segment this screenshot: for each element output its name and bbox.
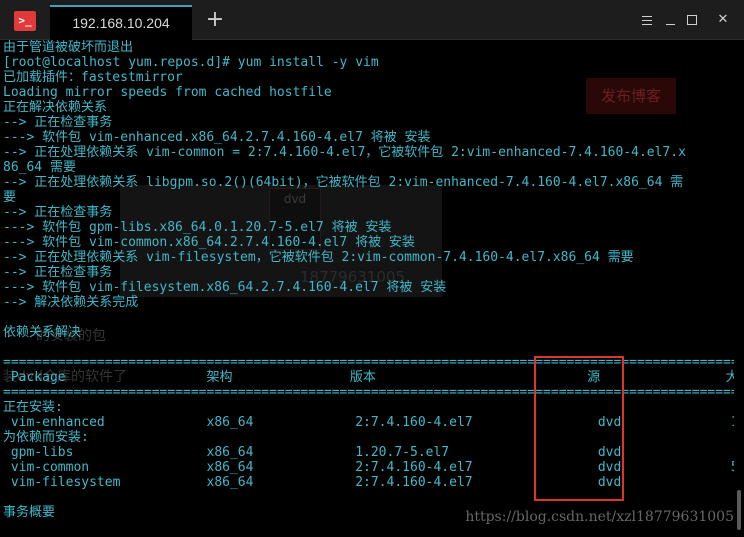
menu-icon[interactable] [637, 10, 657, 30]
terminal-line: 依赖关系解决 [3, 325, 82, 340]
terminal-line: --> 正在检查事务 [3, 115, 113, 130]
maximize-button[interactable] [682, 10, 702, 30]
title-bar: >_ 192.168.10.204 + ✕ [0, 0, 744, 40]
terminal-line: --> 正在检查事务 [3, 265, 113, 280]
terminal-line: Package 架构 版本 源 大小 [3, 370, 734, 385]
close-button[interactable]: ✕ [713, 10, 733, 30]
new-tab-button[interactable]: + [203, 8, 227, 32]
terminal-line: ========================================… [3, 355, 734, 370]
tab-session[interactable]: 192.168.10.204 [50, 5, 192, 40]
terminal-line: 已加载插件：fastestmirror [3, 70, 183, 85]
terminal-line: 事务概要 [3, 505, 56, 520]
watermark: https://blog.csdn.net/xzl18779631005 [465, 509, 734, 525]
terminal-line: 由于管道被破坏而退出 [3, 40, 134, 55]
terminal-line: vim-enhanced x86_64 2:7.4.160-4.el7 dvd … [3, 415, 734, 430]
terminal-line: 为依赖而安装: [3, 430, 89, 445]
scrollbar[interactable] [734, 40, 744, 537]
terminal-line: vim-common x86_64 2:7.4.160-4.el7 dvd 5.… [3, 460, 734, 475]
source-column-highlight [534, 356, 624, 501]
terminal-line: --> 解决依赖关系完成 [3, 295, 139, 310]
terminal-output[interactable]: 发布博客 dvd 18779631005 的安装的包 装dvd仓库的软件了 由于… [0, 40, 734, 537]
ghost-dvd-label: dvd [283, 192, 307, 206]
terminal-line: --> 正在检查事务 [3, 205, 113, 220]
terminal-line: vim-filesystem x86_64 2:7.4.160-4.el7 dv… [3, 475, 734, 490]
terminal-line: ---> 软件包 vim-enhanced.x86_64.2.7.4.160-4… [3, 130, 431, 145]
ghost-publish-button: 发布博客 [586, 78, 676, 114]
terminal-line: 86_64 需要 [3, 160, 76, 175]
terminal-line: Loading mirror speeds from cached hostfi… [3, 85, 332, 100]
scroll-thumb[interactable] [737, 490, 741, 530]
terminal-line: ---> 软件包 vim-filesystem.x86_64.2.7.4.160… [3, 280, 447, 295]
terminal-line: gpm-libs x86_64 1.20.7-5.el7 dvd 32 k [3, 445, 734, 460]
terminal-line: [root@localhost yum.repos.d]# yum instal… [3, 55, 379, 70]
terminal-line: --> 正在处理依赖关系 libgpm.so.2()(64bit)，它被软件包 … [3, 175, 684, 190]
terminal-line: 正在安装: [3, 400, 63, 415]
terminal-line: 要 [3, 190, 17, 205]
terminal-line: 正在解决依赖关系 [3, 100, 108, 115]
terminal-line: ---> 软件包 vim-common.x86_64.2.7.4.160-4.e… [3, 235, 415, 250]
terminal-line: ---> 软件包 gpm-libs.x86_64.0.1.20.7-5.el7 … [3, 220, 392, 235]
terminal-line: ========================================… [3, 385, 734, 400]
terminal-line: --> 正在处理依赖关系 vim-filesystem，它被软件包 2:vim-… [3, 250, 634, 265]
terminal-line: --> 正在处理依赖关系 vim-common = 2:7.4.160-4.el… [3, 145, 686, 160]
terminal-app-icon: >_ [14, 11, 36, 31]
minimize-button[interactable] [660, 10, 680, 30]
